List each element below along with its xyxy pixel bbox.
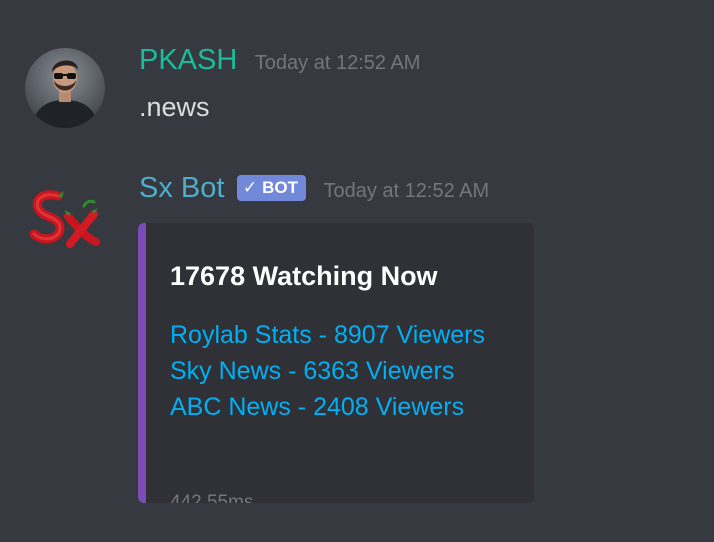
- embed-link-list: Roylab Stats - 8907 Viewers Sky News - 6…: [170, 317, 485, 425]
- embed: 17678 Watching Now Roylab Stats - 8907 V…: [138, 223, 534, 503]
- message-header: PKASH Today at 12:52 AM: [139, 44, 420, 88]
- username[interactable]: Sx Bot: [139, 172, 224, 205]
- message-content: .news: [139, 92, 210, 122]
- username[interactable]: PKASH: [139, 44, 237, 77]
- message-header: Sx Bot ✓ BOT Today at 12:52 AM: [139, 172, 489, 216]
- embed-link-sky-news[interactable]: Sky News - 6363 Viewers: [170, 353, 485, 389]
- embed-footer: 442.55ms: [170, 492, 254, 503]
- user-avatar-photo-icon: [25, 48, 105, 128]
- embed-link-abc-news[interactable]: ABC News - 2408 Viewers: [170, 389, 485, 425]
- bot-tag: ✓ BOT: [236, 175, 307, 201]
- timestamp: Today at 12:52 AM: [323, 180, 490, 202]
- embed-title: 17678 Watching Now: [170, 261, 438, 291]
- bot-tag-label: BOT: [262, 178, 299, 197]
- timestamp: Today at 12:52 AM: [254, 52, 421, 74]
- chili-pepper-logo-icon: [29, 190, 100, 248]
- checkmark-icon: ✓: [242, 178, 258, 197]
- embed-link-roylab-stats[interactable]: Roylab Stats - 8907 Viewers: [170, 317, 485, 353]
- bot-avatar[interactable]: [28, 186, 100, 252]
- user-avatar-pkash[interactable]: [25, 48, 105, 128]
- embed-accent-bar: [138, 223, 146, 503]
